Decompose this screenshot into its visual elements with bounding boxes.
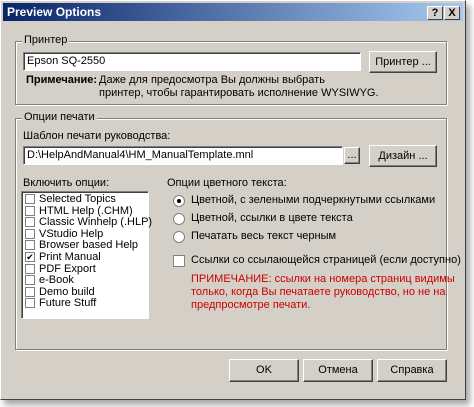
window-title: Preview Options — [7, 5, 102, 19]
template-label: Шаблон печати руководства: — [23, 130, 171, 142]
include-option-label: Print Manual — [39, 250, 101, 263]
include-option-label: e-Book — [39, 274, 74, 287]
include-option-label: VStudio Help — [39, 227, 104, 240]
include-option-label: Demo build — [39, 285, 95, 298]
include-option-checkbox[interactable] — [25, 217, 35, 228]
close-icon[interactable]: X — [444, 6, 460, 20]
ok-button[interactable]: OK — [229, 359, 299, 382]
include-option-item[interactable]: Future Stuff — [24, 298, 146, 310]
include-options-label: Включить опции: — [23, 177, 110, 189]
color-option-radio[interactable] — [173, 213, 185, 225]
template-path-field[interactable]: D:\HelpAndManual4\HM_ManualTemplate.mnl — [23, 146, 343, 165]
design-button[interactable]: Дизайн ... — [369, 145, 437, 167]
color-option-radio[interactable] — [173, 231, 185, 243]
include-option-label: Classic Winhelp (.HLP) — [39, 216, 153, 229]
include-option-checkbox[interactable] — [25, 298, 35, 309]
include-option-label: Browser based Help — [39, 239, 139, 252]
help-button[interactable]: Справка — [377, 359, 447, 382]
warning-line3: предпросмотре печати. — [191, 299, 311, 311]
include-options-list[interactable]: Selected Topics HTML Help (.CHM) Classic W… — [21, 191, 153, 319]
page-ref-checkbox[interactable] — [173, 255, 185, 267]
warning-line1: ПРИМЕЧАНИЕ: ссылки на номера страниц вид… — [191, 273, 455, 285]
include-option-checkbox[interactable] — [25, 263, 35, 274]
include-option-checkbox[interactable] — [25, 240, 35, 251]
color-options-label: Опции цветного текста: — [167, 177, 287, 189]
include-option-label: Future Stuff — [39, 297, 97, 310]
color-option-label: Печатать весь текст черным — [191, 230, 337, 242]
preview-options-dialog: Preview Options ? X Принтер Epson SQ-255… — [0, 0, 466, 400]
include-option-label: HTML Help (.CHM) — [39, 204, 133, 217]
printer-group-label: Принтер — [22, 34, 70, 46]
printer-button[interactable]: Принтер ... — [369, 51, 437, 73]
include-option-label: Selected Topics — [39, 193, 116, 205]
include-option-checkbox[interactable] — [25, 205, 35, 216]
printer-note-line2: принтер, чтобы гарантировать исполнение … — [99, 87, 379, 99]
include-option-label: PDF Export — [39, 262, 96, 275]
title-bar[interactable]: Preview Options ? X — [3, 3, 463, 21]
cancel-button[interactable]: Отмена — [303, 359, 373, 382]
color-option-label: Цветной, ссылки в цвете текста — [191, 212, 353, 224]
printer-note-line1: Даже для предосмотра Вы должны выбрать — [99, 74, 325, 86]
printer-name-field[interactable]: Epson SQ-2550 — [23, 52, 361, 71]
include-option-checkbox[interactable]: ✔ — [25, 251, 35, 262]
browse-button[interactable]: ... — [344, 147, 360, 164]
page-ref-label: Ссылки со ссылающейся страницей (если до… — [191, 254, 461, 266]
include-option-checkbox[interactable] — [25, 275, 35, 286]
include-option-checkbox[interactable] — [25, 228, 35, 239]
help-icon[interactable]: ? — [427, 6, 443, 20]
warning-line2: только, когда Вы печатаете руководство, … — [191, 286, 446, 298]
include-option-checkbox[interactable] — [25, 286, 35, 297]
color-option-radio[interactable] — [173, 195, 185, 207]
printer-note-label: Примечание: — [26, 74, 98, 86]
print-options-group-label: Опции печати — [22, 111, 97, 123]
include-option-checkbox[interactable] — [25, 194, 35, 204]
color-option-label: Цветной, с зелеными подчеркнутыми ссылка… — [191, 194, 436, 206]
